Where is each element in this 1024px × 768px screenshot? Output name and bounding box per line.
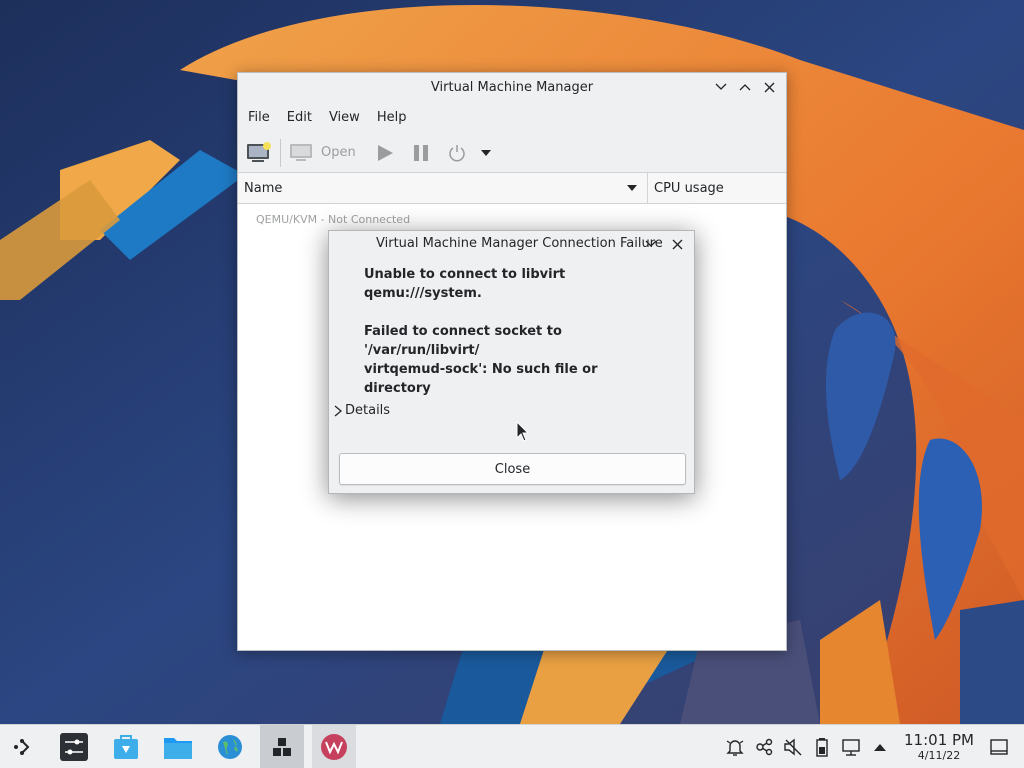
secondary-error-line-1: Failed to connect socket to '/var/run/li… [364, 324, 562, 358]
volume-muted-icon [784, 738, 802, 756]
close-icon [764, 82, 774, 92]
shutdown-menu-button[interactable] [480, 137, 492, 169]
file-manager-button[interactable] [156, 725, 200, 768]
system-settings-icon [60, 732, 88, 761]
connection-row[interactable]: QEMU/KVM - Not Connected [256, 213, 410, 226]
clock-date: 4/11/22 [917, 748, 961, 762]
web-browser-button[interactable] [208, 725, 252, 768]
minimize-button[interactable] [710, 77, 732, 97]
show-desktop-button[interactable] [988, 736, 1010, 758]
column-cpu-usage[interactable]: CPU usage [648, 173, 786, 203]
battery-button[interactable] [811, 736, 833, 758]
menubar: File Edit View Help [238, 101, 786, 133]
primary-error-text: Unable to connect to libvirt qemu:///sys… [364, 267, 566, 301]
dialog-titlebar[interactable]: Virtual Machine Manager Connection Failu… [329, 231, 694, 257]
pause-icon [413, 144, 428, 161]
close-button[interactable]: Close [339, 453, 686, 485]
network-button[interactable] [840, 736, 862, 758]
volume-button[interactable] [782, 736, 804, 758]
shutdown-button[interactable] [448, 137, 466, 169]
monitor-icon [290, 143, 312, 161]
pager-icon [273, 737, 291, 756]
show-desktop-icon [990, 739, 1008, 755]
open-button[interactable]: Open [289, 137, 356, 169]
system-tray: 11:01 PM 4/11/22 [724, 725, 1024, 768]
column-name-label: Name [244, 180, 283, 196]
secondary-error-line-3: directory [364, 381, 431, 396]
taskbar: 11:01 PM 4/11/22 [0, 724, 1024, 768]
maximize-icon [739, 84, 751, 91]
minimize-icon [715, 83, 727, 90]
pager-button[interactable] [260, 724, 304, 768]
expand-tray-icon [874, 744, 887, 751]
dialog-title: Virtual Machine Manager Connection Failu… [376, 236, 663, 251]
expand-tray-button[interactable] [869, 736, 891, 758]
run-button[interactable] [376, 137, 394, 169]
dialog-close-x-button[interactable] [666, 234, 688, 254]
kde-connect-button[interactable] [753, 736, 775, 758]
network-icon [842, 739, 860, 756]
details-expander[interactable]: Details [332, 403, 390, 418]
new-vm-icon [247, 141, 271, 162]
menu-help[interactable]: Help [371, 110, 413, 125]
window-controls [710, 77, 780, 97]
connection-failure-dialog: Virtual Machine Manager Connection Failu… [328, 230, 695, 494]
notifications-icon [726, 740, 744, 756]
chevron-right-icon [334, 405, 343, 416]
mouse-cursor-icon [516, 421, 530, 442]
system-settings-button[interactable] [52, 725, 96, 768]
new-vm-button[interactable] [246, 137, 272, 169]
virt-manager-task-button[interactable] [312, 724, 356, 768]
toolbar-separator [280, 138, 281, 167]
power-icon [449, 144, 465, 161]
details-label: Details [345, 403, 391, 418]
clock-time: 11:01 PM [904, 730, 974, 749]
close-icon [672, 239, 682, 249]
dialog-minimize-button[interactable] [640, 234, 662, 254]
toolbar: Open [238, 133, 786, 173]
application-launcher-button[interactable] [0, 725, 44, 768]
chevron-down-icon [645, 240, 657, 247]
web-browser-icon [218, 734, 242, 759]
dialog-window-controls [640, 234, 688, 254]
pause-button[interactable] [412, 137, 430, 169]
battery-icon [816, 738, 828, 757]
play-icon [377, 144, 393, 161]
column-cpu-label: CPU usage [654, 180, 724, 196]
main-window-title: Virtual Machine Manager [430, 79, 594, 95]
secondary-error-line-2: virtqemud-sock': No such file or [364, 362, 598, 377]
menu-view[interactable]: View [323, 110, 366, 125]
dropdown-arrow-icon [480, 149, 491, 156]
sort-arrow-icon [627, 185, 637, 191]
menu-edit[interactable]: Edit [281, 110, 318, 125]
discover-button[interactable] [104, 725, 148, 768]
discover-icon [114, 734, 138, 759]
application-launcher-icon [14, 738, 30, 755]
file-manager-icon [164, 737, 192, 759]
main-titlebar[interactable]: Virtual Machine Manager [238, 73, 786, 101]
vm-list-header: Name CPU usage [238, 173, 786, 204]
open-label: Open [321, 145, 356, 160]
dialog-message: Unable to connect to libvirt qemu:///sys… [364, 265, 674, 398]
menu-file[interactable]: File [242, 110, 276, 125]
kde-connect-icon [756, 738, 773, 756]
digital-clock[interactable]: 11:01 PM 4/11/22 [904, 730, 974, 763]
maximize-button[interactable] [734, 77, 756, 97]
notifications-button[interactable] [724, 736, 746, 758]
close-window-button[interactable] [758, 77, 780, 97]
virt-manager-icon [321, 733, 347, 760]
column-name[interactable]: Name [238, 173, 648, 203]
